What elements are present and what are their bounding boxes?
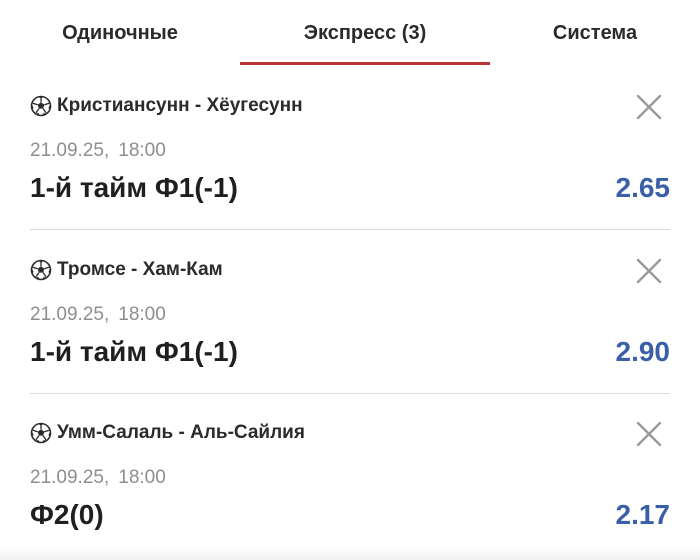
bet-market: 1-й тайм Ф1(-1) xyxy=(30,172,238,203)
tab-singles-label: Одиночные xyxy=(62,21,178,44)
match-name: Кристиансунн - Хёугесунн xyxy=(57,95,303,116)
active-tab-indicator xyxy=(240,62,490,65)
match-datetime: 21.09.25, 18:00 xyxy=(30,467,166,489)
match-date: 21.09.25, xyxy=(30,140,110,161)
bet-odds: 2.17 xyxy=(615,499,671,530)
match-row: Тромсе - Хам-Кам xyxy=(30,258,223,282)
bet-type-tabs: Одиночные Экспресс (3) Система xyxy=(0,0,700,66)
bet-market: Ф2(0) xyxy=(30,499,104,530)
close-icon xyxy=(636,94,662,120)
match-name: Умм-Салаль - Аль-Сайлия xyxy=(57,422,305,443)
bet-item: Умм-Салаль - Аль-Сайлия 21.09.25, 18:00 Ф… xyxy=(0,393,700,557)
bet-odds: 2.65 xyxy=(615,172,671,203)
tab-express-label: Экспресс (3) xyxy=(303,21,427,44)
match-time: 18:00 xyxy=(118,140,166,161)
remove-bet-button[interactable] xyxy=(634,92,664,122)
match-row: Умм-Салаль - Аль-Сайлия xyxy=(30,421,305,445)
close-icon xyxy=(636,258,662,284)
tab-singles[interactable]: Одиночные xyxy=(0,0,240,66)
bottom-edge-shadow xyxy=(0,548,700,560)
match-name: Тромсе - Хам-Кам xyxy=(57,259,223,280)
match-date: 21.09.25, xyxy=(30,304,110,325)
bet-item: Кристиансунн - Хёугесунн 21.09.25, 18:00 … xyxy=(0,66,700,230)
bet-odds: 2.90 xyxy=(615,336,671,367)
remove-bet-button[interactable] xyxy=(634,419,664,449)
match-date: 21.09.25, xyxy=(30,467,110,488)
match-datetime: 21.09.25, 18:00 xyxy=(30,140,166,162)
soccer-ball-icon xyxy=(30,95,52,117)
tab-system[interactable]: Система xyxy=(490,0,700,66)
match-datetime: 21.09.25, 18:00 xyxy=(30,304,166,326)
bet-item: Тромсе - Хам-Кам 21.09.25, 18:00 1-й тайм… xyxy=(0,230,700,394)
remove-bet-button[interactable] xyxy=(634,256,664,286)
match-row: Кристиансунн - Хёугесунн xyxy=(30,94,303,118)
bet-market: 1-й тайм Ф1(-1) xyxy=(30,336,238,367)
match-time: 18:00 xyxy=(118,467,166,488)
match-time: 18:00 xyxy=(118,304,166,325)
soccer-ball-icon xyxy=(30,259,52,281)
soccer-ball-icon xyxy=(30,422,52,444)
tab-system-label: Система xyxy=(552,21,638,44)
close-icon xyxy=(636,421,662,447)
tab-express[interactable]: Экспресс (3) xyxy=(240,0,490,66)
